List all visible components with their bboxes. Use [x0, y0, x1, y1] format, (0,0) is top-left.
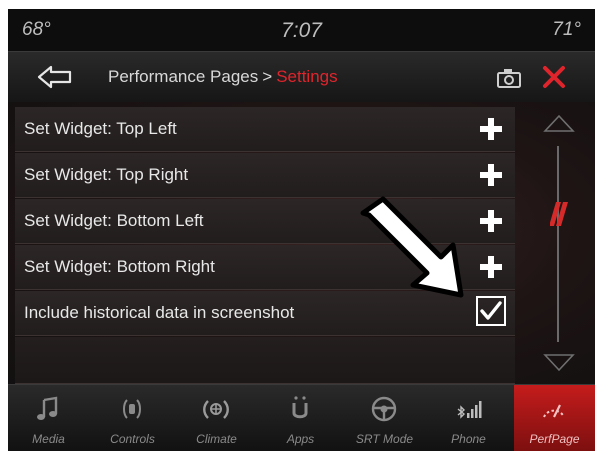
breadcrumb: Performance Pages > Settings: [108, 67, 338, 87]
phone-signal-icon: [457, 401, 482, 419]
nav-label: Controls: [110, 432, 155, 446]
nav-label: Media: [32, 432, 65, 446]
apps-icon: [292, 396, 308, 419]
nav-media[interactable]: Media: [8, 385, 89, 451]
settings-panel: Set Widget: Top Left Set Widget: Top Rig…: [8, 102, 595, 384]
climate-icon: [203, 400, 229, 419]
row-label: Set Widget: Top Left: [24, 119, 177, 138]
status-bar: 68° 7:07 71°: [8, 9, 595, 51]
breadcrumb-current: Settings: [276, 67, 338, 86]
header-bar: Performance Pages > Settings: [8, 51, 595, 103]
nav-controls[interactable]: Controls: [92, 385, 173, 451]
empty-row: [15, 337, 515, 384]
nav-label: Climate: [196, 432, 237, 446]
close-button[interactable]: [541, 64, 567, 90]
row-label: Set Widget: Bottom Right: [24, 257, 215, 276]
back-button[interactable]: [36, 64, 76, 90]
nav-climate[interactable]: Climate: [176, 385, 257, 451]
row-label: Include historical data in screenshot: [24, 303, 295, 322]
scroll-down-icon[interactable]: [542, 352, 576, 374]
breadcrumb-parent: Performance Pages: [108, 67, 259, 86]
outside-temp-right: 71°: [552, 19, 581, 40]
music-note-icon: [37, 396, 58, 420]
nav-label: PerfPage: [529, 432, 580, 446]
nav-apps[interactable]: Apps: [260, 385, 341, 451]
bottom-nav: Media Controls Climate Apps SRT Mode Pho…: [8, 384, 595, 451]
controls-icon: [123, 399, 141, 419]
plus-icon[interactable]: [480, 118, 502, 140]
nav-srt-mode[interactable]: SRT Mode: [344, 385, 425, 451]
scrollbar[interactable]: [528, 102, 595, 384]
row-label: Set Widget: Bottom Left: [24, 211, 204, 230]
row-label: Set Widget: Top Right: [24, 165, 189, 184]
scroll-thumb[interactable]: [550, 202, 568, 226]
plus-icon[interactable]: [480, 164, 502, 186]
settings-row-top-right[interactable]: Set Widget: Top Right: [15, 153, 515, 198]
settings-row-top-left[interactable]: Set Widget: Top Left: [15, 107, 515, 152]
nav-perfpage[interactable]: PerfPage: [514, 385, 595, 451]
scroll-up-icon[interactable]: [542, 112, 576, 134]
clock: 7:07: [281, 19, 322, 42]
annotation-arrow-icon: [360, 196, 464, 298]
screenshot-button[interactable]: [496, 67, 522, 89]
camera-icon: [497, 69, 521, 88]
steering-wheel-icon: [371, 396, 397, 422]
nav-label: Apps: [286, 432, 315, 446]
nav-phone[interactable]: Phone: [428, 385, 509, 451]
close-icon: [543, 66, 565, 88]
performance-icon: [543, 404, 565, 418]
head-unit-screen: 68° 7:07 71° Performance Pages > Settings: [8, 9, 595, 451]
nav-label: SRT Mode: [355, 432, 414, 446]
breadcrumb-separator: >: [262, 67, 273, 86]
scroll-track[interactable]: [557, 146, 559, 342]
back-arrow-icon: [37, 65, 72, 89]
nav-label: Phone: [451, 432, 486, 446]
